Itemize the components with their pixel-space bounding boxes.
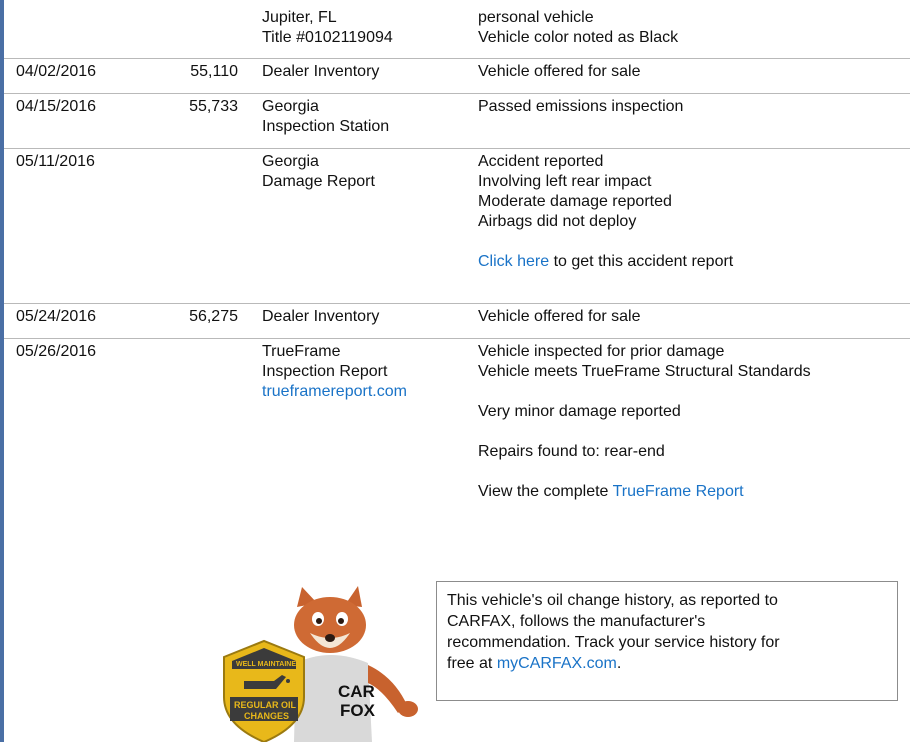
comment-line: Passed emissions inspection (478, 98, 684, 115)
source-line: Damage Report (262, 173, 375, 190)
odometer-cell: 55,733 (189, 98, 238, 115)
comment-line: Involving left rear impact (478, 173, 652, 190)
badge-line1: REGULAR OIL (234, 700, 297, 710)
shirt-logo-line2: FOX (340, 701, 376, 720)
trueframe-report-line: View the complete TrueFrame Report (478, 482, 811, 502)
oil-note-prefix: free at (447, 655, 497, 672)
history-table: Jupiter, FL Title #0102119094 personal v… (4, 0, 910, 577)
trueframe-report-link[interactable]: TrueFrame Report (613, 483, 744, 500)
comment-line: Very minor damage reported (478, 403, 681, 420)
source-cell: Jupiter, FL Title #0102119094 (262, 8, 393, 48)
oil-note-line-last: free at myCARFAX.com. (447, 653, 887, 674)
comments-cell: Vehicle inspected for prior damage Vehic… (478, 342, 811, 502)
trueframe-site-link[interactable]: trueframereport.com (262, 383, 407, 400)
badge-top-text: WELL MAINTAINED (236, 661, 301, 668)
comment-line: Vehicle offered for sale (478, 308, 641, 325)
oil-note-line: This vehicle's oil change history, as re… (447, 592, 778, 609)
oil-note-line: recommendation. Track your service histo… (447, 634, 780, 651)
comments-cell: personal vehicle Vehicle color noted as … (478, 8, 678, 48)
comments-cell: Passed emissions inspection (478, 97, 683, 117)
comment-line: Repairs found to: rear-end (478, 443, 665, 460)
carfox-mascot-illustration: CAR FOX WELL MAINTAINED REGULAR OIL CHAN… (223, 586, 418, 742)
date-cell: 04/02/2016 (16, 63, 97, 80)
comment-line: Vehicle inspected for prior damage (478, 343, 725, 360)
mycarfax-link[interactable]: myCARFAX.com (497, 655, 617, 672)
comment-line: Vehicle offered for sale (478, 63, 641, 80)
source-cell: Georgia Inspection Station (262, 97, 389, 137)
comments-cell: Vehicle offered for sale (478, 62, 640, 82)
source-cell: TrueFrame Inspection Report trueframerep… (262, 342, 407, 402)
source-line: TrueFrame (262, 343, 341, 360)
source-line: Inspection Report (262, 363, 388, 380)
odometer-cell: 56,275 (189, 308, 238, 325)
source-line: Jupiter, FL (262, 9, 337, 26)
accident-report-link[interactable]: Click here (478, 253, 549, 270)
oil-change-note: This vehicle's oil change history, as re… (436, 581, 898, 701)
oil-note-suffix: . (616, 655, 622, 672)
table-row: 04/15/2016 55,733 Georgia Inspection Sta… (4, 94, 910, 149)
date-cell: 04/15/2016 (16, 98, 97, 115)
accident-report-line: Click here to get this accident report (478, 252, 733, 272)
comments-cell: Vehicle offered for sale (478, 307, 640, 327)
odometer-cell: 55,110 (190, 63, 238, 80)
source-cell: Dealer Inventory (262, 62, 379, 82)
source-line: Title #0102119094 (262, 29, 393, 46)
source-cell: Dealer Inventory (262, 307, 379, 327)
comment-line: Moderate damage reported (478, 193, 672, 210)
date-cell: 05/24/2016 (16, 308, 97, 325)
table-row: Jupiter, FL Title #0102119094 personal v… (4, 0, 910, 59)
source-cell: Georgia Damage Report (262, 152, 375, 192)
badge-line2: CHANGES (244, 711, 289, 721)
source-line: Georgia (262, 98, 319, 115)
shirt-logo-line1: CAR (338, 682, 375, 701)
comment-line: personal vehicle (478, 9, 594, 26)
date-cell: 05/26/2016 (16, 343, 97, 360)
comment-line: Accident reported (478, 153, 604, 170)
comment-line: Vehicle color noted as Black (478, 29, 679, 46)
source-line: Dealer Inventory (262, 308, 380, 325)
fox-nose (325, 634, 335, 642)
oil-note-line: CARFAX, follows the manufacturer's (447, 613, 706, 630)
source-line: Inspection Station (262, 118, 390, 135)
accident-report-suffix: to get this accident report (549, 253, 734, 270)
table-row: 04/02/2016 55,110 Dealer Inventory Vehic… (4, 59, 910, 94)
table-row: 05/11/2016 Georgia Damage Report Acciden… (4, 149, 910, 304)
table-row: 05/26/2016 TrueFrame Inspection Report t… (4, 339, 910, 577)
source-line: Dealer Inventory (262, 63, 380, 80)
date-cell: 05/11/2016 (16, 153, 95, 170)
comment-line: Vehicle meets TrueFrame Structural Stand… (478, 363, 811, 380)
comment-line: Airbags did not deploy (478, 213, 637, 230)
view-prefix: View the complete (478, 483, 613, 500)
comments-cell: Accident reported Involving left rear im… (478, 152, 733, 272)
source-line: Georgia (262, 153, 319, 170)
table-row: 05/24/2016 56,275 Dealer Inventory Vehic… (4, 304, 910, 339)
